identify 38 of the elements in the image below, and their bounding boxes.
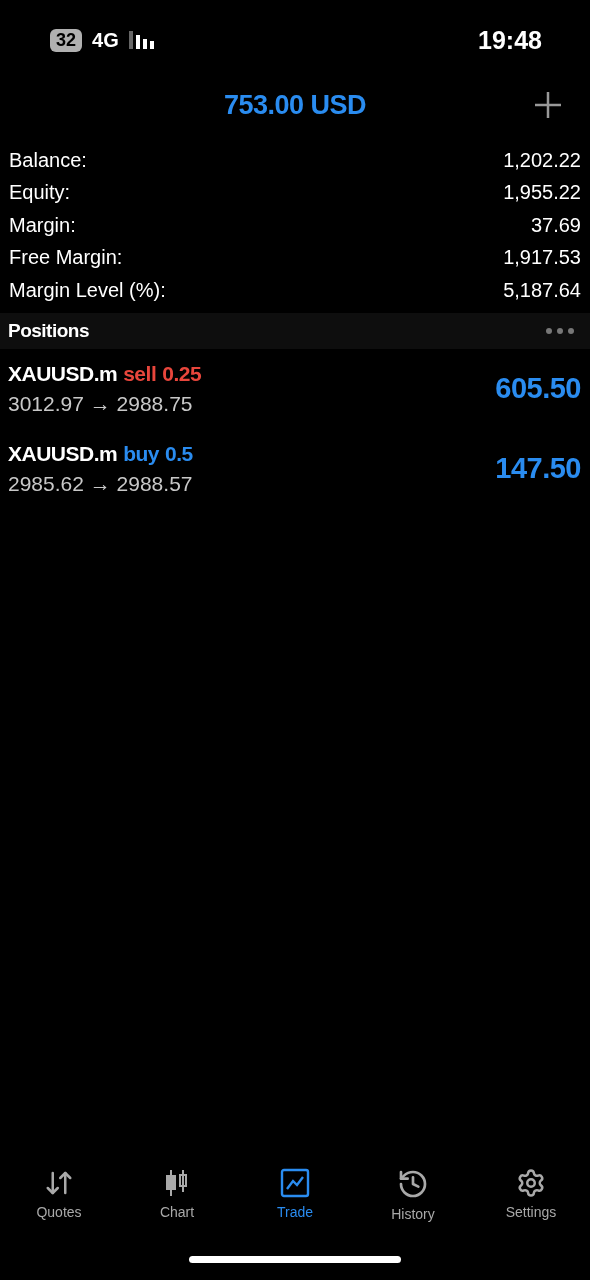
summary-value: 5,187.64 xyxy=(503,278,581,302)
summary-label: Margin Level (%): xyxy=(9,278,166,302)
summary-label: Equity: xyxy=(9,181,71,205)
add-button[interactable] xyxy=(534,91,562,119)
tab-bar-item[interactable]: Chart xyxy=(118,1168,236,1238)
position-volume: 0.25 xyxy=(162,361,202,386)
position-symbol: XAUUSD.m xyxy=(8,441,118,466)
summary-value: 1,202.22 xyxy=(503,148,581,172)
summary-value: 1,917.53 xyxy=(503,246,581,270)
tab-bar-item[interactable]: Settings xyxy=(472,1168,590,1238)
summary-label: Balance: xyxy=(9,148,87,172)
summary-value: 1,955.22 xyxy=(503,181,581,205)
line-chart-icon xyxy=(280,1168,310,1198)
battery-indicator: 32 xyxy=(50,28,83,52)
signal-icon xyxy=(128,31,155,49)
position-prices: 3012.97 → 2988.75 xyxy=(8,391,194,416)
position-side: buy xyxy=(123,441,160,466)
tab-bar-item[interactable]: Trade xyxy=(236,1168,354,1238)
position-profit: 605.50 xyxy=(495,372,581,405)
position-volume: 0.5 xyxy=(165,441,193,466)
position-prices: 2985.62 → 2988.57 xyxy=(8,471,194,496)
candlestick-icon xyxy=(164,1168,190,1198)
more-icon[interactable] xyxy=(546,327,574,334)
position-side: sell xyxy=(123,361,157,386)
summary-label: Margin: xyxy=(9,213,76,237)
account-balance-title: 753.00 USD xyxy=(223,89,367,121)
position-profit: 147.50 xyxy=(495,452,581,485)
position-symbol: XAUUSD.m xyxy=(8,361,118,386)
summary-value: 37.69 xyxy=(530,213,581,237)
network-label: 4G xyxy=(92,28,119,52)
tab-bar-item[interactable]: Quotes xyxy=(0,1168,118,1238)
clock-time: 19:48 xyxy=(478,25,542,55)
summary-label: Free Margin: xyxy=(9,246,123,270)
tab-bar-item[interactable]: History xyxy=(354,1168,472,1238)
history-icon xyxy=(397,1168,429,1200)
section-title: Positions xyxy=(8,319,89,342)
plus-icon xyxy=(534,91,562,119)
settings-icon xyxy=(516,1168,546,1198)
